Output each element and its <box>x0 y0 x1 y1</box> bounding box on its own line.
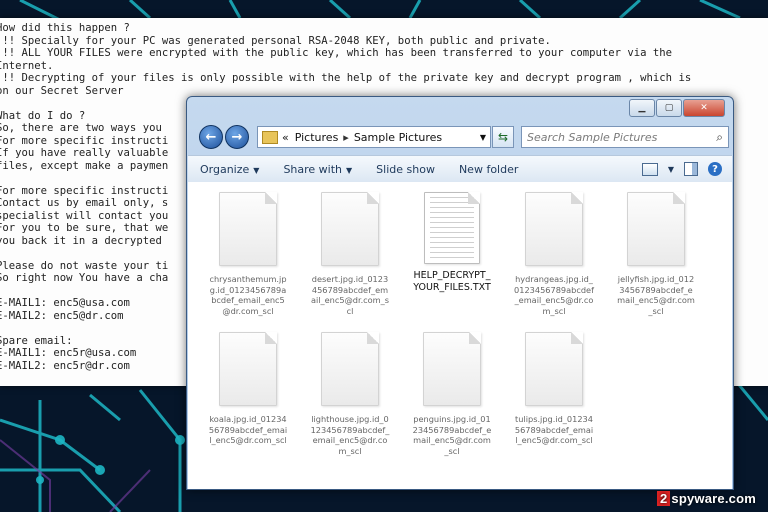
back-button[interactable]: ← <box>199 125 223 149</box>
file-name: penguins.jpg.id_0123456789abcdef_email_e… <box>412 414 492 456</box>
file-name: koala.jpg.id_0123456789abcdef_email_enc5… <box>208 414 288 445</box>
address-bar-row: ← → « Pictures ▸ Sample Pictures ▼ ⇆ Sea… <box>193 121 729 151</box>
back-arrow-icon: ← <box>205 129 217 145</box>
file-name: desert.jpg.id_0123456789abcdef_email_enc… <box>310 274 390 316</box>
file-name: hydrangeas.jpg.id_0123456789abcdef_email… <box>514 274 594 316</box>
folder-icon <box>262 130 278 144</box>
watermark-badge: 2 <box>656 491 671 506</box>
search-input[interactable]: Search Sample Pictures ⌕ <box>521 126 729 148</box>
new-folder-button[interactable]: New folder <box>447 163 530 176</box>
chevron-down-icon: ▼ <box>253 165 260 175</box>
blank-file-icon <box>423 332 481 406</box>
command-toolbar: Organize ▼ Share with ▼ Slide show New fol… <box>188 155 732 183</box>
maximize-button[interactable]: ▢ <box>656 99 682 117</box>
close-button[interactable]: ✕ <box>683 99 725 117</box>
file-name: HELP_DECRYPT_YOUR_FILES.TXT <box>413 270 491 293</box>
new-folder-label: New folder <box>458 162 519 176</box>
breadcrumb-separator-icon: ▸ <box>343 130 349 144</box>
change-view-icon[interactable] <box>641 162 658 176</box>
search-icon[interactable]: ⌕ <box>716 130 723 145</box>
explorer-window: ▁ ▢ ✕ ← → « Pictures ▸ Sample Pictures ▼… <box>186 96 734 490</box>
refresh-button[interactable]: ⇆ <box>492 126 514 148</box>
preview-pane-icon[interactable] <box>684 162 698 176</box>
watermark-text: spyware.com <box>671 491 756 506</box>
blank-file-icon <box>321 332 379 406</box>
window-caption-buttons: ▁ ▢ ✕ <box>629 99 725 117</box>
chevron-down-icon[interactable]: ▼ <box>668 165 674 174</box>
file-list: chrysanthemum.jpg.id_0123456789abcdef_em… <box>188 182 732 489</box>
blank-file-icon <box>525 332 583 406</box>
blank-file-icon <box>321 192 379 266</box>
file-name: lighthouse.jpg.id_0123456789abcdef_email… <box>310 414 390 456</box>
file-item[interactable]: lighthouse.jpg.id_0123456789abcdef_email… <box>310 332 390 456</box>
file-item[interactable]: koala.jpg.id_0123456789abcdef_email_enc5… <box>208 332 288 446</box>
forward-arrow-icon: → <box>231 129 243 145</box>
blank-file-icon <box>219 332 277 406</box>
toolbar-right: ▼ ? <box>641 162 732 176</box>
slide-show-button[interactable]: Slide show <box>364 163 447 176</box>
file-item[interactable]: HELP_DECRYPT_YOUR_FILES.TXT <box>412 192 492 294</box>
organize-menu[interactable]: Organize ▼ <box>188 163 271 176</box>
file-item[interactable]: hydrangeas.jpg.id_0123456789abcdef_email… <box>514 192 594 316</box>
share-with-menu[interactable]: Share with ▼ <box>271 163 364 176</box>
forward-button[interactable]: → <box>225 125 249 149</box>
blank-file-icon <box>525 192 583 266</box>
file-name: chrysanthemum.jpg.id_0123456789abcdef_em… <box>209 274 287 316</box>
file-item[interactable]: desert.jpg.id_0123456789abcdef_email_enc… <box>310 192 390 316</box>
address-prefix: « <box>282 130 289 144</box>
blank-file-icon <box>219 192 277 266</box>
organize-label: Organize <box>200 162 250 176</box>
text-file-icon <box>424 192 480 264</box>
share-with-label: Share with <box>283 162 343 176</box>
blank-file-icon <box>627 192 685 266</box>
help-icon[interactable]: ? <box>708 162 722 176</box>
breadcrumb-pictures[interactable]: Pictures <box>295 131 339 144</box>
breadcrumb-sample-pictures[interactable]: Sample Pictures <box>354 131 442 144</box>
file-name: tulips.jpg.id_0123456789abcdef_email_enc… <box>514 414 594 445</box>
watermark: 2 spyware.com <box>656 491 756 506</box>
file-item[interactable]: jellyfish.jpg.id_0123456789abcdef_email_… <box>616 192 696 316</box>
file-item[interactable]: tulips.jpg.id_0123456789abcdef_email_enc… <box>514 332 594 446</box>
slide-show-label: Slide show <box>376 162 435 176</box>
refresh-icon: ⇆ <box>497 130 509 144</box>
minimize-button[interactable]: ▁ <box>629 99 655 117</box>
chevron-down-icon[interactable]: ▼ <box>480 133 486 142</box>
file-item[interactable]: penguins.jpg.id_0123456789abcdef_email_e… <box>412 332 492 456</box>
file-item[interactable]: chrysanthemum.jpg.id_0123456789abcdef_em… <box>208 192 288 316</box>
chevron-down-icon: ▼ <box>346 165 353 175</box>
address-bar[interactable]: « Pictures ▸ Sample Pictures ▼ <box>257 126 491 148</box>
search-placeholder: Search Sample Pictures <box>527 130 658 144</box>
file-name: jellyfish.jpg.id_0123456789abcdef_email_… <box>617 274 695 316</box>
